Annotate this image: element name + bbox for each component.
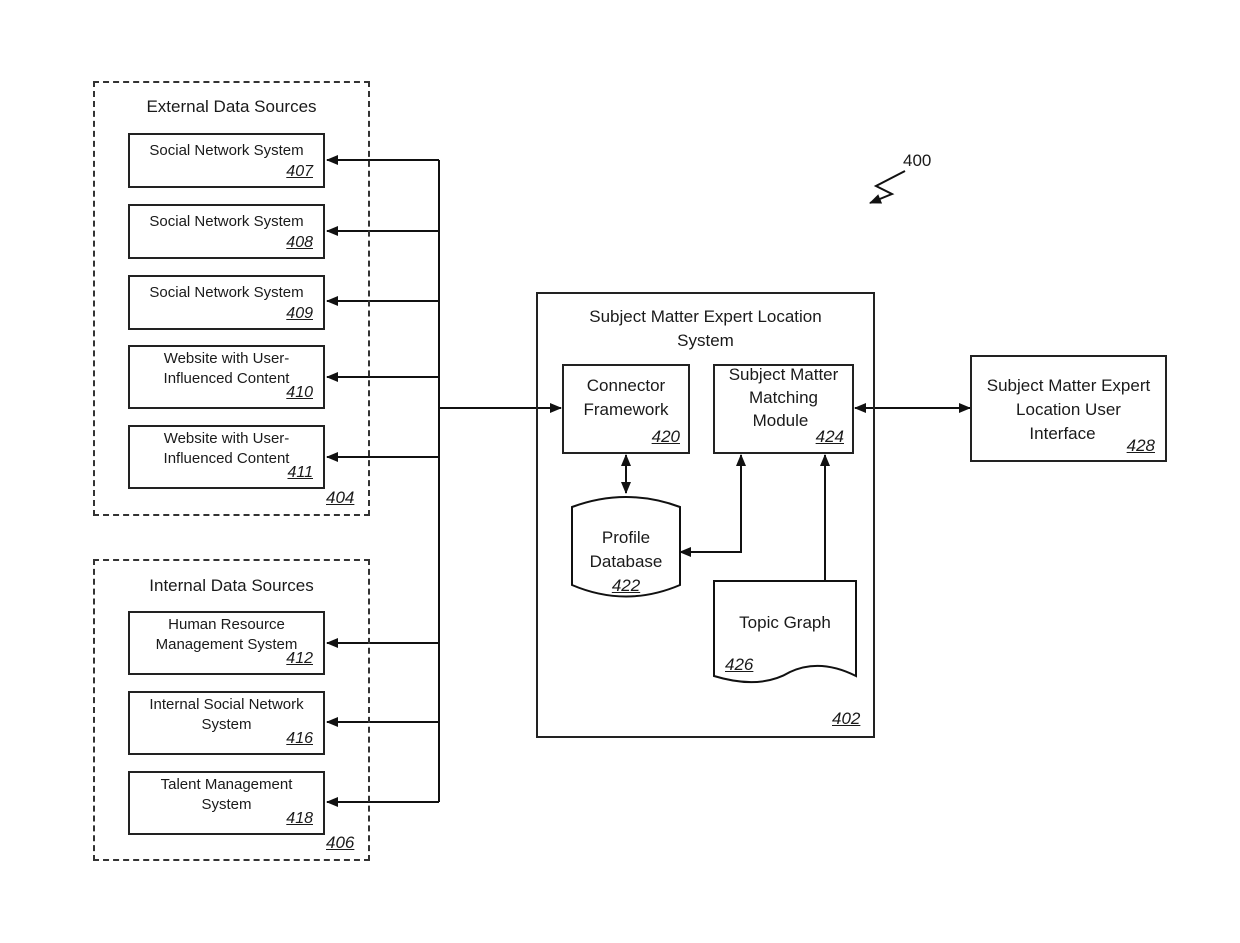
sme-system-ref: 402 — [832, 709, 861, 728]
internal-data-sources-title: Internal Data Sources — [149, 576, 314, 595]
source-label-line1: Internal Social Network — [149, 696, 304, 713]
source-ref: 418 — [286, 810, 313, 827]
source-box-407: Social Network System 407 — [128, 133, 325, 188]
connector-label-line2: Framework — [583, 400, 669, 419]
source-box-408: Social Network System 408 — [128, 204, 325, 259]
source-ref: 416 — [286, 730, 313, 747]
ui-label-line1: Subject Matter Expert — [986, 376, 1151, 395]
source-label-line1: Human Resource — [168, 616, 285, 633]
sme-location-ui-box: Subject Matter Expert Location User Inte… — [970, 355, 1167, 462]
source-box-416: Internal Social Network System 416 — [128, 691, 325, 755]
sme-system-title-line2: System — [677, 331, 734, 350]
profile-db-ref: 422 — [611, 576, 641, 595]
source-ref: 409 — [286, 305, 313, 322]
source-label-line1: Website with User- — [163, 430, 290, 447]
connector-framework-box: Connector Framework 420 — [562, 364, 690, 454]
external-data-sources-title: External Data Sources — [146, 97, 317, 116]
matching-ref: 424 — [815, 427, 844, 446]
external-group-ref: 404 — [326, 488, 355, 507]
source-ref: 407 — [286, 163, 313, 180]
source-label: Social Network System — [149, 142, 304, 159]
profile-db-label-line1: Profile — [601, 528, 651, 547]
topic-graph-ref: 426 — [725, 655, 754, 674]
source-ref: 410 — [286, 384, 313, 401]
source-ref: 408 — [286, 234, 313, 251]
matching-module-box: Subject Matter Matching Module 424 — [713, 364, 854, 454]
source-label-line1: Talent Management — [160, 776, 293, 793]
profile-db-label-line2: Database — [589, 552, 663, 571]
source-box-411: Website with User- Influenced Content 41… — [128, 425, 325, 489]
source-ref: 411 — [287, 464, 313, 481]
source-label-line1: Website with User- — [163, 350, 290, 367]
source-box-412: Human Resource Management System 412 — [128, 611, 325, 675]
source-ref: 412 — [286, 650, 313, 667]
internal-group-ref: 406 — [326, 833, 355, 852]
matching-label-line2: Matching — [749, 388, 818, 407]
figure-ref-label: 400 — [903, 151, 932, 170]
connector-ref: 420 — [651, 427, 680, 446]
ui-label-line2: Location User — [1016, 400, 1121, 419]
sme-location-system — [536, 292, 875, 738]
source-box-409: Social Network System 409 — [128, 275, 325, 330]
source-box-418: Talent Management System 418 — [128, 771, 325, 835]
source-label: Social Network System — [149, 284, 304, 301]
matching-label-line1: Subject Matter — [728, 365, 839, 384]
source-box-410: Website with User- Influenced Content 41… — [128, 345, 325, 409]
source-label: Social Network System — [149, 213, 304, 230]
figure-ref-pointer — [869, 170, 906, 204]
sme-system-title-line1: Subject Matter Expert Location — [589, 307, 822, 326]
ui-ref: 428 — [1126, 436, 1155, 455]
topic-graph-label: Topic Graph — [739, 613, 831, 632]
connector-label-line1: Connector — [586, 376, 666, 395]
